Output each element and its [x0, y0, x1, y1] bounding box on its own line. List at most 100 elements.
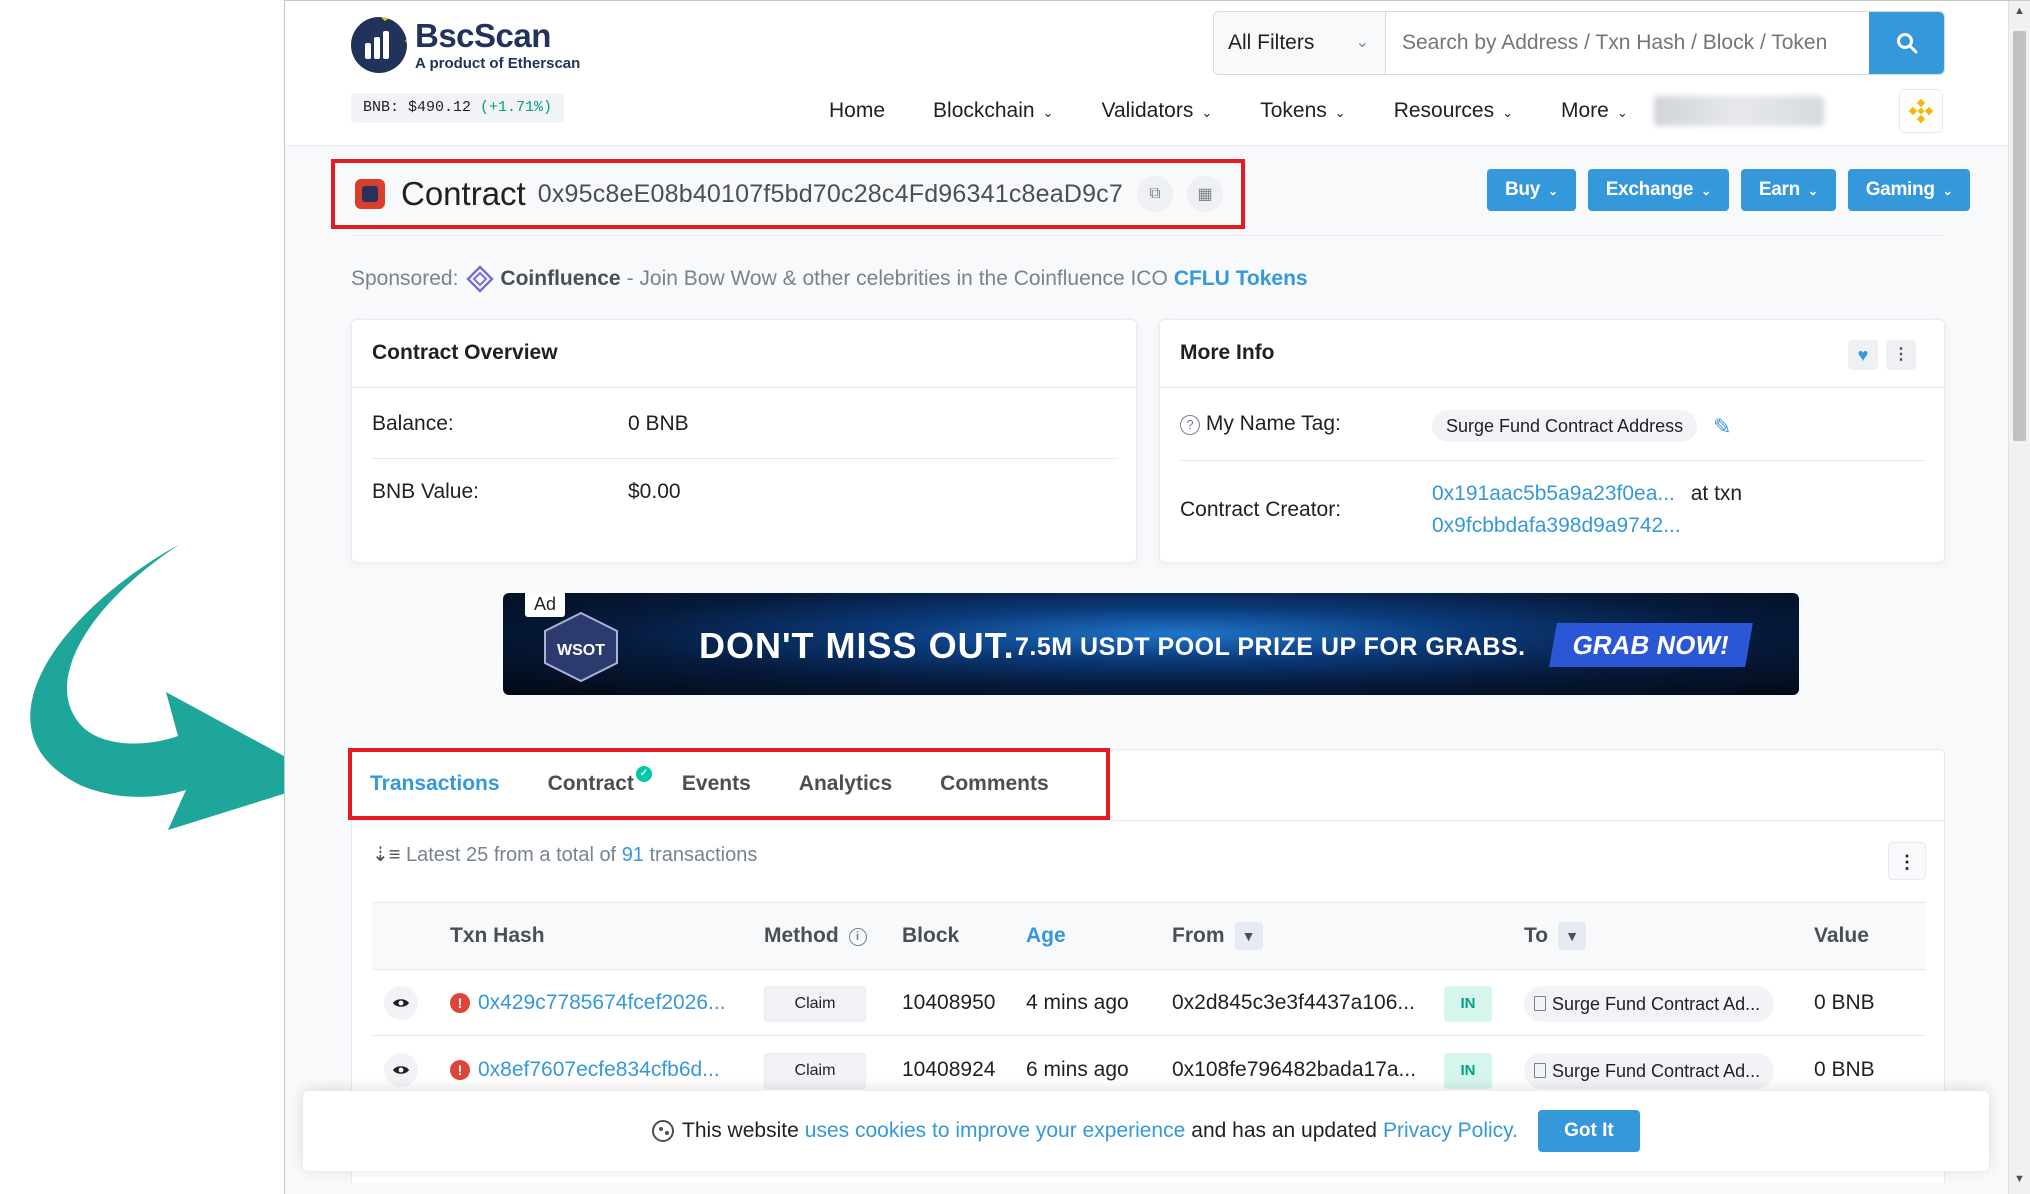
- more-info-card: More Info ♥ ⋮ ? My Name Tag: Surge Fund …: [1159, 319, 1945, 563]
- summary-count[interactable]: 91: [622, 844, 644, 866]
- earn-button[interactable]: Earn ⌄: [1740, 169, 1836, 211]
- chevron-down-icon: ⌄: [1201, 105, 1213, 120]
- tab-comments[interactable]: Comments: [940, 772, 1049, 796]
- scrollbar-thumb[interactable]: [2013, 31, 2026, 441]
- txn-hash-cell: ! 0x429c7785674fcef2026...: [450, 970, 726, 1036]
- contract-title-highlight: Contract 0x95c8eE08b40107f5bd70c28c4Fd96…: [331, 159, 1245, 229]
- search-input[interactable]: [1386, 12, 1869, 74]
- bnb-price[interactable]: BNB: $490.12 (+1.71%): [351, 93, 565, 123]
- bscscan-logo[interactable]: BscScan A product of Etherscan: [351, 17, 580, 73]
- tabs-highlight: Transactions Contract ✓ Events Analytics…: [348, 748, 1110, 820]
- chevron-down-icon: ⌄: [1502, 105, 1513, 120]
- creator-line-2: 0x9fcbbdafa398d9a9742...: [1432, 514, 1681, 538]
- search-filter-select[interactable]: All Filters ⌄: [1214, 12, 1386, 74]
- nav-validators[interactable]: Validators ⌄: [1102, 99, 1213, 123]
- tab-contract[interactable]: Contract ✓: [548, 766, 652, 796]
- contract-document-icon: [1534, 1063, 1546, 1078]
- buy-button[interactable]: Buy ⌄: [1487, 169, 1576, 211]
- bnb-price-change: (+1.71%): [480, 99, 553, 116]
- copy-icon[interactable]: ⧉: [1137, 176, 1173, 212]
- filter-icon[interactable]: ▼: [1558, 922, 1587, 951]
- cookie-prefix: This website: [682, 1119, 799, 1142]
- bnb-network-button[interactable]: [1899, 89, 1943, 133]
- method-badge: Claim: [764, 1053, 866, 1089]
- privacy-policy-link[interactable]: Privacy Policy.: [1383, 1119, 1518, 1143]
- browser-viewport: BscScan A product of Etherscan BNB: $490…: [284, 0, 2030, 1194]
- more-options-icon[interactable]: ⋮: [1886, 340, 1916, 370]
- col-method: Method i: [764, 903, 867, 969]
- chevron-down-icon: ⌄: [1355, 34, 1369, 51]
- tab-transactions[interactable]: Transactions: [370, 772, 500, 796]
- tab-analytics[interactable]: Analytics: [799, 772, 892, 796]
- scroll-up-icon[interactable]: ▲: [2014, 5, 2025, 17]
- txn-hash-link[interactable]: 0x429c7785674fcef2026...: [478, 991, 726, 1014]
- search-button[interactable]: [1869, 12, 1944, 74]
- logo-title: BscScan: [415, 16, 551, 54]
- nav-resources[interactable]: Resources ⌄: [1394, 99, 1513, 123]
- contract-document-icon: [1534, 996, 1546, 1011]
- nav-blockchain[interactable]: Blockchain ⌄: [933, 99, 1053, 123]
- col-age[interactable]: Age: [1026, 903, 1066, 969]
- block-link[interactable]: 10408950: [902, 970, 995, 1036]
- eye-icon[interactable]: [384, 986, 418, 1020]
- creator-txn-link[interactable]: 0x9fcbbdafa398d9a9742...: [1432, 514, 1681, 537]
- cookie-policy-link[interactable]: uses cookies to improve your experience: [805, 1119, 1186, 1143]
- col-block: Block: [902, 924, 960, 947]
- cookie-banner: This website uses cookies to improve you…: [303, 1091, 1989, 1171]
- txn-hash-link[interactable]: 0x8ef7607ecfe834cfb6d...: [478, 1058, 720, 1081]
- scroll-down-icon[interactable]: ▼: [2014, 1173, 2025, 1185]
- cookie-middle: and has an updated: [1191, 1119, 1377, 1142]
- search-icon: [1896, 33, 1917, 54]
- main-nav: Home Blockchain ⌄ Validators ⌄ Tokens ⌄ Res…: [829, 93, 1824, 129]
- got-it-button[interactable]: Got It: [1537, 1110, 1640, 1152]
- tab-events[interactable]: Events: [682, 772, 751, 796]
- age-cell: 4 mins ago: [1026, 991, 1129, 1014]
- logo-icon: [351, 17, 407, 73]
- from-address-link[interactable]: 0x2d845c3e3f4437a106...: [1172, 970, 1415, 1036]
- nav-home[interactable]: Home: [829, 99, 885, 123]
- card-title: More Info ♥ ⋮: [1160, 320, 1944, 388]
- creator-address-link[interactable]: 0x191aac5b5a9a23f0ea...: [1432, 482, 1675, 505]
- direction-badge: IN: [1444, 1053, 1492, 1089]
- ad-badge-text: WSOT: [557, 642, 605, 659]
- filter-icon[interactable]: ▼: [1234, 922, 1263, 951]
- sponsor-link[interactable]: CFLU Tokens: [1174, 267, 1308, 291]
- contract-avatar-icon: [355, 179, 385, 209]
- to-address-pill[interactable]: Surge Fund Contract Ad...: [1524, 1053, 1775, 1089]
- ad-banner[interactable]: Ad WSOT DON'T MISS OUT. 7.5M USDT POOL P…: [503, 593, 1799, 695]
- creator-label: Contract Creator:: [1180, 498, 1342, 521]
- exchange-button[interactable]: Exchange ⌄: [1587, 169, 1729, 211]
- bnb-value-label: BNB Value:: [372, 480, 479, 503]
- contract-overview-card: Contract Overview Balance: 0 BNB BNB Val…: [351, 319, 1137, 563]
- qr-code-icon[interactable]: ▦: [1187, 176, 1223, 212]
- annotation-arrow: [30, 544, 328, 830]
- bnb-price-value: BNB: $490.12: [363, 99, 472, 116]
- vertical-scrollbar[interactable]: ▲ ▼: [2008, 1, 2030, 1194]
- nav-tokens[interactable]: Tokens ⌄: [1260, 99, 1345, 123]
- eye-icon[interactable]: [384, 1053, 418, 1087]
- ad-cta-button[interactable]: GRAB NOW!: [1549, 623, 1753, 667]
- heart-icon[interactable]: ♥: [1848, 340, 1878, 370]
- contract-label: Contract: [401, 175, 526, 212]
- balance-label: Balance:: [372, 412, 454, 435]
- name-tag-pill: Surge Fund Contract Address: [1432, 410, 1698, 442]
- nav-more[interactable]: More ⌄: [1561, 99, 1628, 123]
- help-icon[interactable]: ?: [1180, 415, 1200, 435]
- blurred-account[interactable]: [1653, 96, 1824, 126]
- table-options-button[interactable]: ⋮: [1888, 842, 1926, 880]
- name-tag-label: My Name Tag:: [1205, 412, 1341, 435]
- info-icon[interactable]: i: [848, 928, 867, 946]
- direction-badge: IN: [1444, 986, 1492, 1022]
- contract-address: 0x95c8eE08b40107f5bd70c28c4Fd96341c8eaD9…: [537, 179, 1123, 208]
- sponsor-brand[interactable]: Coinfluence: [500, 267, 620, 291]
- to-address-pill[interactable]: Surge Fund Contract Ad...: [1524, 986, 1775, 1022]
- divider: [351, 235, 1945, 236]
- bnb-icon: [1908, 98, 1934, 124]
- gaming-button[interactable]: Gaming ⌄: [1847, 169, 1971, 211]
- action-buttons: Buy ⌄ Exchange ⌄ Earn ⌄ Gaming ⌄: [1487, 169, 1971, 211]
- edit-icon[interactable]: ✎: [1713, 414, 1731, 440]
- verified-check-icon: ✓: [635, 766, 652, 782]
- site-header: BscScan A product of Etherscan BNB: $490…: [285, 1, 2009, 146]
- wsot-badge-icon: WSOT: [544, 611, 618, 683]
- divider: [352, 820, 1944, 821]
